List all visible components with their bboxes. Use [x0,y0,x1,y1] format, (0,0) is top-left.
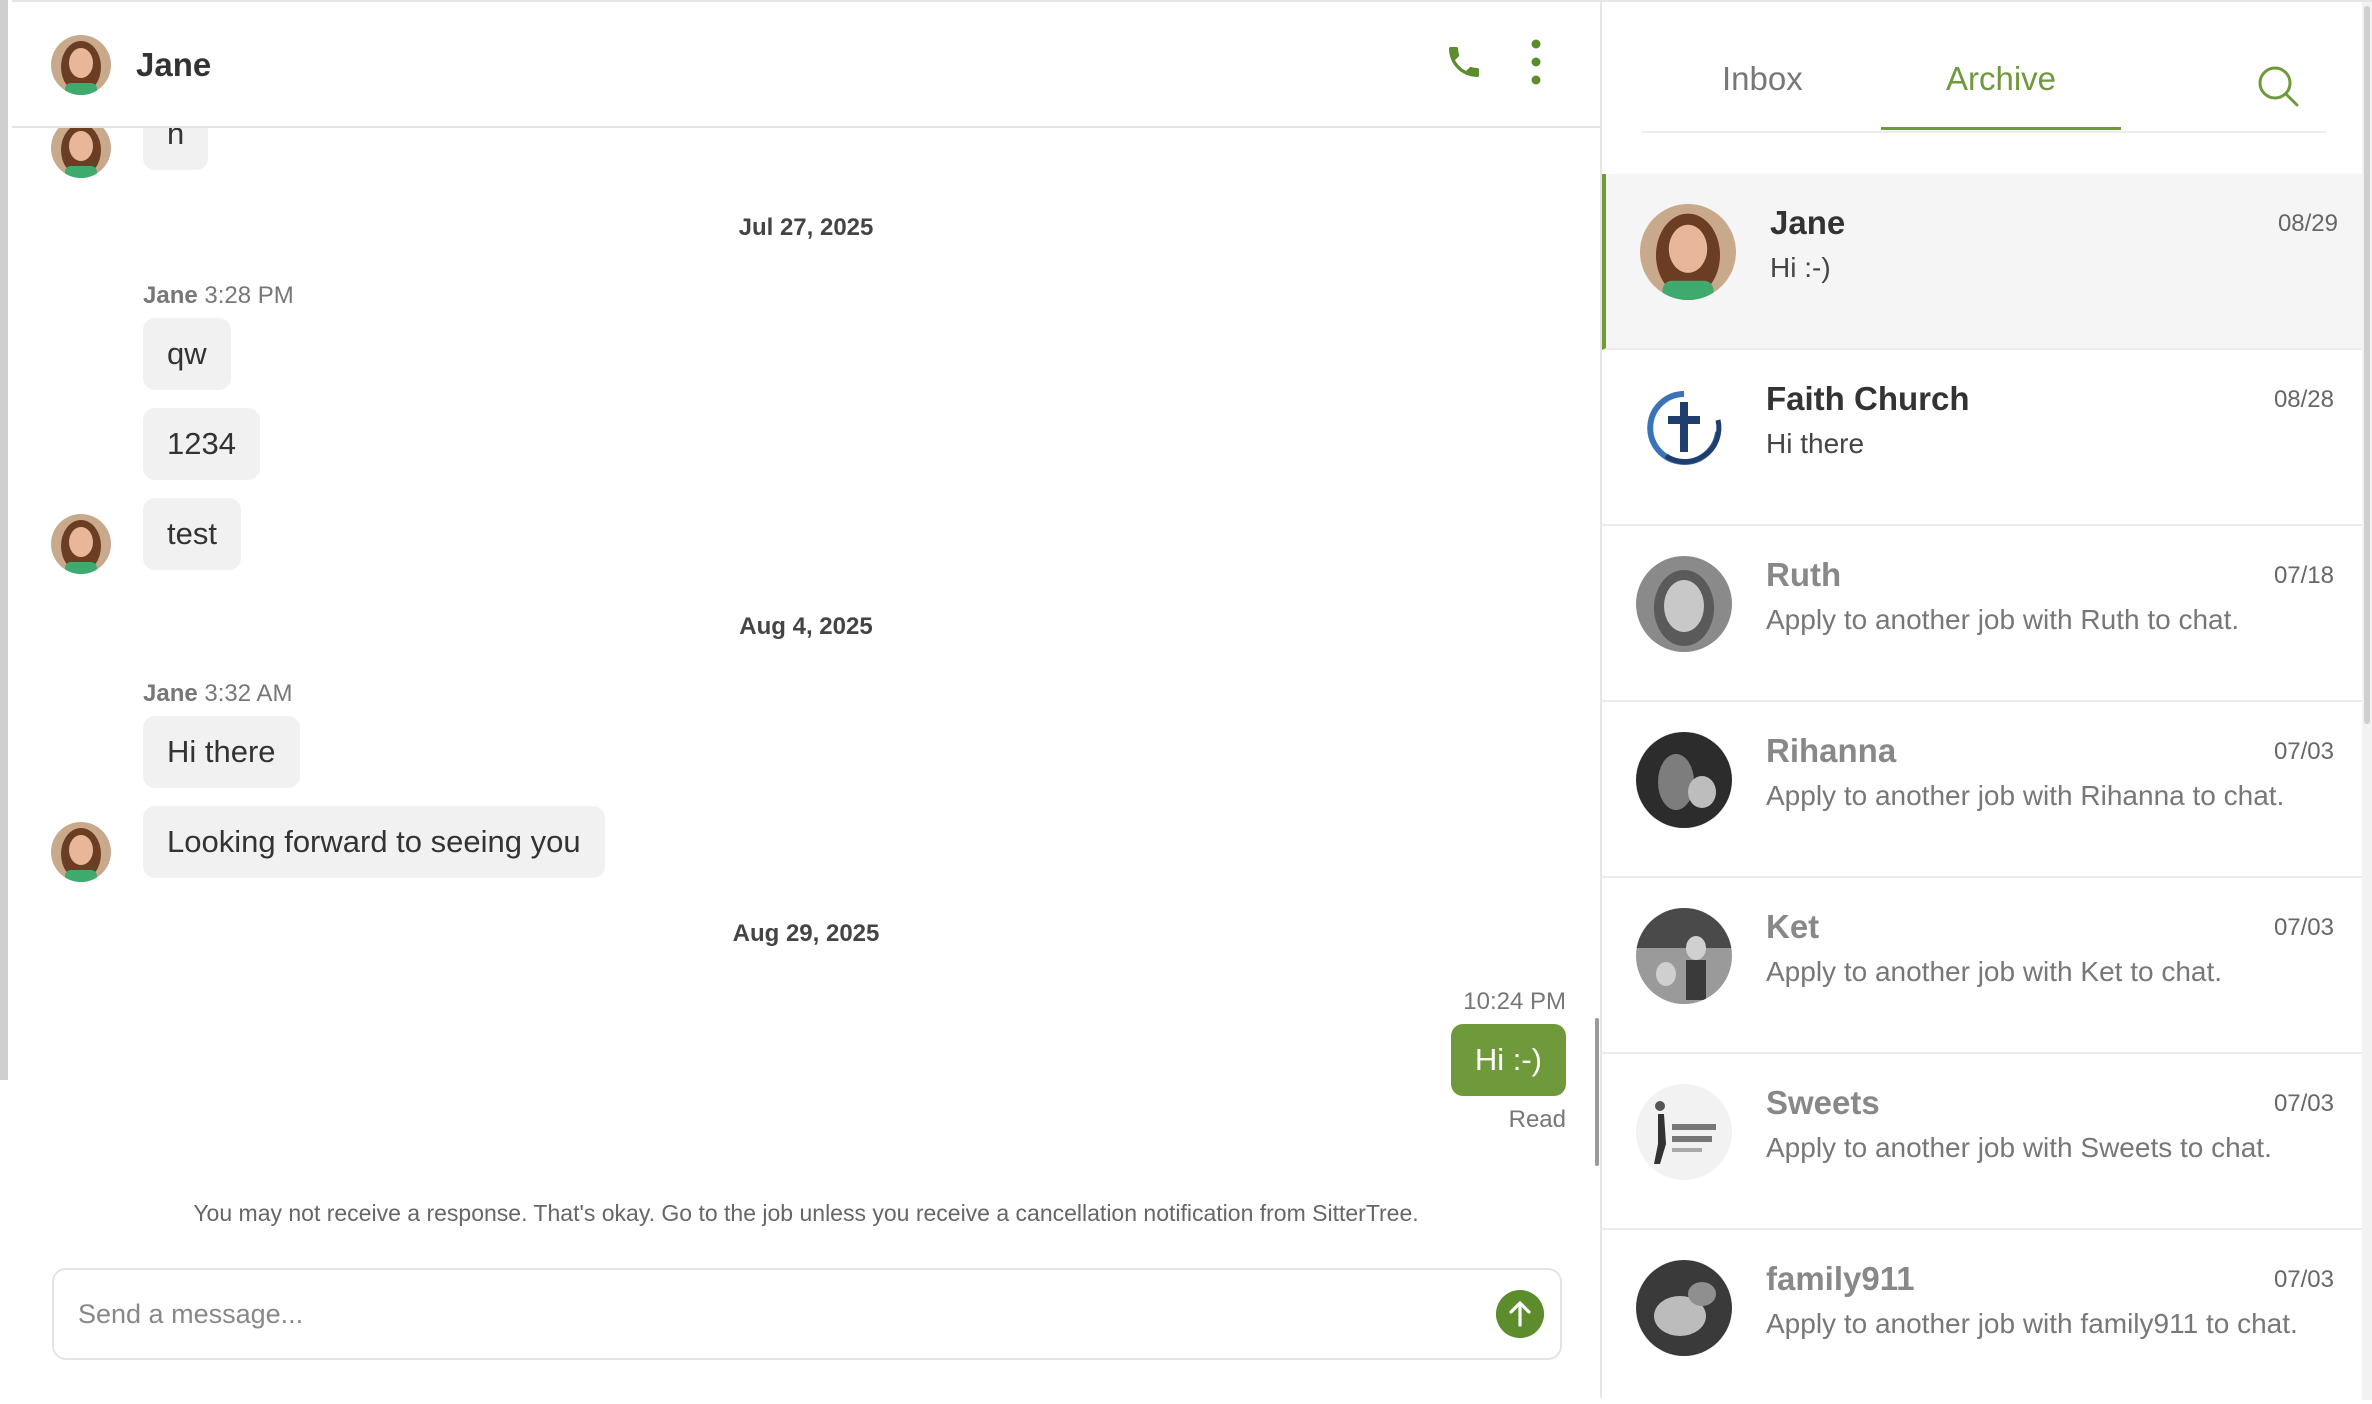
conversation-preview: Hi there [1766,428,1865,459]
conversation-name: family911 [1766,1260,1915,1297]
search-icon[interactable] [2256,64,2300,108]
message-bubble: Looking forward to seeing you [143,806,605,878]
message-input[interactable] [76,1290,1460,1338]
conversation-date: 07/03 [2273,1090,2334,1117]
cross-logo-icon [1636,380,1732,476]
jane-avatar[interactable] [51,35,111,95]
conversation-date: 07/03 [2273,738,2334,765]
date-separator: Aug 29, 2025 [732,920,880,947]
ket-avatar [1636,908,1732,1004]
chat-header: Jane [12,2,1600,128]
phone-icon[interactable] [1444,42,1484,82]
conversation-name: Faith Church [1766,380,1970,417]
ruth-avatar [1636,556,1732,652]
conversation-preview: Apply to another job with Rihanna to cha… [1766,780,2285,811]
conversation-name: Ruth [1766,556,1842,593]
outgoing-message-bubble: Hi :-) [1450,1024,1566,1096]
conversation-name: Rihanna [1766,732,1897,769]
message-time: 3:28 PM [204,282,294,309]
send-button[interactable] [1496,1290,1544,1338]
sweets-logo [1636,1084,1732,1180]
jane-avatar [1640,204,1736,300]
conversation-item[interactable]: Sweets 07/03 Apply to another job with S… [1602,1054,2362,1230]
conversation-date: 07/18 [2273,562,2334,589]
message-bubble: qw [143,318,231,390]
read-receipt: Read [1508,1106,1566,1133]
chat-pane: Jane h Jul 27, 2025 Jane 3:28 PM qw 1234 [12,0,1600,1400]
window-edge [0,0,8,1080]
date-separator: Aug 4, 2025 [739,613,873,640]
conversation-date: 07/03 [2273,1266,2334,1293]
sidebar-scrollbar-thumb[interactable] [2364,6,2370,724]
tab-inbox[interactable]: Inbox [1722,60,1803,98]
jane-avatar[interactable] [51,822,111,882]
conversation-preview: Hi :-) [1770,252,1831,283]
conversation-item[interactable]: Jane 08/29 Hi :-) [1602,174,2366,350]
conversation-item[interactable]: Rihanna 07/03 Apply to another job with … [1602,702,2362,878]
conversation-preview: Apply to another job with Ruth to chat. [1766,604,2240,635]
conversation-name: Ket [1766,908,1820,945]
conversation-item[interactable]: family911 07/03 Apply to another job wit… [1602,1230,2362,1404]
message-time: 3:32 AM [204,680,293,707]
more-vertical-icon[interactable] [1530,38,1542,86]
sender-line: Jane 3:28 PM [143,282,294,310]
date-separator: Jul 27, 2025 [738,214,874,241]
chat-scrollbar[interactable] [1595,1018,1599,1166]
message-bubble: 1234 [143,408,260,480]
conversation-date: 08/29 [2277,210,2338,237]
sender-name: Jane [143,680,198,707]
conversation-item[interactable]: Ket 07/03 Apply to another job with Ket … [1602,878,2362,1054]
message-bubble: test [143,498,241,570]
conversation-name: Jane [1770,204,1846,241]
conversation-date: 07/03 [2273,914,2334,941]
message-bubble: Hi there [143,716,300,788]
sender-name: Jane [143,282,198,309]
rihanna-avatar [1636,732,1732,828]
tabs-divider [1642,131,2326,133]
conversation-preview: Apply to another job with Sweets to chat… [1766,1132,2272,1163]
conversation-item[interactable]: Faith Church 08/28 Hi there [1602,350,2362,526]
conversation-date: 08/28 [2273,386,2334,413]
message-composer [52,1268,1562,1360]
conversation-name: Sweets [1766,1084,1880,1121]
response-notice: You may not receive a response. That's o… [193,1200,1419,1226]
jane-avatar[interactable] [51,514,111,574]
message-time: 10:24 PM [1463,988,1566,1015]
conversation-sidebar: Inbox Archive Jane 08/29 Hi :-) Faith Ch… [1602,0,2372,1400]
conversation-preview: Apply to another job with family911 to c… [1766,1308,2298,1339]
tab-archive[interactable]: Archive [1946,60,2056,98]
chat-contact-name: Jane [136,46,212,83]
message-list[interactable]: h Jul 27, 2025 Jane 3:28 PM qw 1234 test… [12,98,1600,1198]
conversation-preview: Apply to another job with Ket to chat. [1766,956,2223,987]
family911-avatar [1636,1260,1732,1356]
sender-line: Jane 3:32 AM [143,680,292,708]
active-tab-indicator [1881,127,2121,130]
conversation-item[interactable]: Ruth 07/18 Apply to another job with Rut… [1602,526,2362,702]
